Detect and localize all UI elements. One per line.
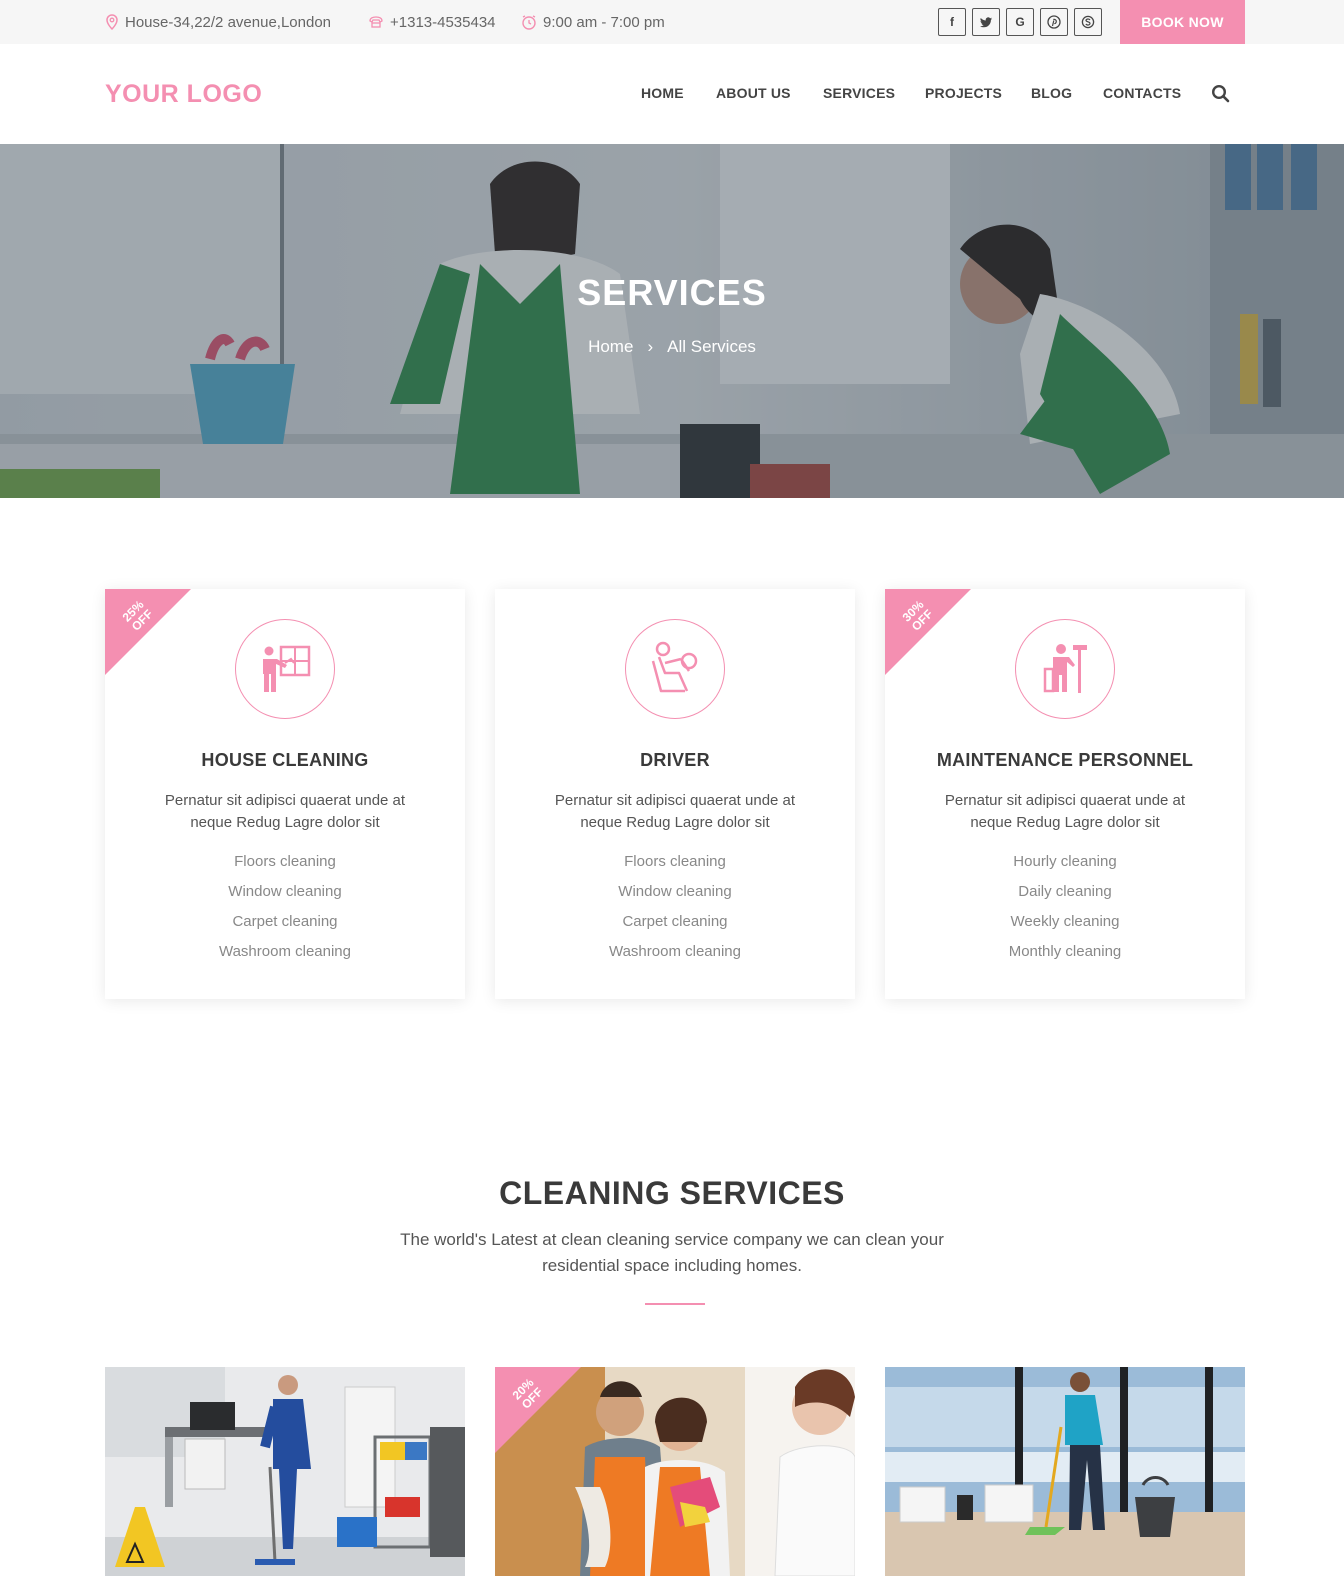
map-pin-icon [106, 14, 118, 30]
service-title: DRIVER [640, 750, 710, 770]
breadcrumb-home[interactable]: Home [588, 337, 633, 357]
service-list: Floors cleaning Window cleaning Carpet c… [105, 847, 465, 967]
service-list: Hourly cleaning Daily cleaning Weekly cl… [885, 847, 1245, 967]
service-description: Pernatur sit adipisci quaerat unde at ne… [554, 792, 796, 831]
service-card-maintenance-personnel[interactable]: 30% OFF MAINTENANCE PERSONNEL Pernatur s… [885, 589, 1245, 999]
list-item: Window cleaning [618, 883, 732, 900]
hours-text: 9:00 am - 7:00 pm [543, 13, 665, 31]
icon-circle [1015, 619, 1115, 719]
service-description: Pernatur sit adipisci quaerat unde at ne… [944, 792, 1186, 831]
nav-services[interactable]: SERVICES [823, 85, 895, 101]
maintenance-icon [1043, 644, 1087, 693]
service-photo-floor-mopping[interactable] [885, 1367, 1245, 1576]
icon-circle [625, 619, 725, 719]
nav-about-us[interactable]: ABOUT US [716, 85, 791, 101]
site-logo[interactable]: YOUR LOGO [105, 80, 262, 109]
clock-icon [522, 15, 536, 30]
hero-background-photo [0, 144, 1344, 498]
search-icon[interactable] [1211, 84, 1230, 103]
list-item: Carpet cleaning [622, 913, 728, 930]
nav-contacts[interactable]: CONTACTS [1103, 85, 1181, 101]
address-info: House-34,22/2 avenue,London [105, 0, 331, 44]
floor-mopping-photo [885, 1367, 1245, 1576]
service-description: Pernatur sit adipisci quaerat unde at ne… [164, 792, 406, 831]
list-item: Daily cleaning [1018, 883, 1112, 900]
list-item: Floors cleaning [234, 853, 336, 870]
chevron-right-icon: › [647, 337, 654, 356]
page-title: SERVICES [577, 272, 767, 313]
list-item: Window cleaning [228, 883, 342, 900]
service-photo-office-cleaning[interactable] [105, 1367, 465, 1576]
phone-text: +1313-4535434 [390, 13, 496, 31]
address-text: House-34,22/2 avenue,London [125, 13, 332, 31]
book-now-button[interactable]: BOOK NOW [1120, 0, 1245, 44]
phone-info: +1313-4535434 [368, 0, 496, 44]
list-item: Weekly cleaning [1010, 913, 1120, 930]
phone-icon [369, 16, 383, 28]
breadcrumb: Home › All Services [0, 337, 1344, 357]
hero-banner: SERVICES Home › All Services [0, 144, 1344, 498]
section-divider [645, 1303, 705, 1305]
list-item: Monthly cleaning [1008, 943, 1122, 960]
service-list: Floors cleaning Window cleaning Carpet c… [495, 847, 855, 967]
section-description: The world's Latest at clean cleaning ser… [400, 1230, 944, 1275]
list-item: Washroom cleaning [608, 943, 741, 960]
top-bar: House-34,22/2 avenue,London +1313-453543… [0, 0, 1344, 44]
service-title: MAINTENANCE PERSONNEL [936, 750, 1194, 770]
nav-home[interactable]: HOME [641, 85, 684, 101]
list-item: Carpet cleaning [232, 913, 338, 930]
office-cleaning-photo [105, 1367, 465, 1576]
list-item: Washroom cleaning [218, 943, 351, 960]
service-title: HOUSE CLEANING [201, 750, 369, 770]
hours-info: 9:00 am - 7:00 pm [521, 0, 665, 44]
nav-projects[interactable]: PROJECTS [925, 85, 1002, 101]
pinterest-icon[interactable] [1040, 8, 1068, 36]
service-photo-cleaning-team[interactable]: 20% OFF [495, 1367, 855, 1576]
facebook-icon[interactable]: f [938, 8, 966, 36]
list-item: Hourly cleaning [1013, 853, 1117, 870]
cleaning-team-photo [495, 1367, 855, 1576]
window-cleaner-icon [263, 645, 311, 692]
icon-circle [235, 619, 335, 719]
google-icon[interactable]: G [1006, 8, 1034, 36]
skype-icon[interactable] [1074, 8, 1102, 36]
breadcrumb-current: All Services [667, 337, 756, 356]
twitter-icon[interactable] [972, 8, 1000, 36]
service-card-driver[interactable]: DRIVER Pernatur sit adipisci quaerat und… [495, 589, 855, 999]
section-title: CLEANING SERVICES [499, 1175, 845, 1211]
driver-icon [651, 641, 698, 693]
nav-blog[interactable]: BLOG [1031, 85, 1072, 101]
list-item: Floors cleaning [624, 853, 726, 870]
service-card-house-cleaning[interactable]: 25% OFF HOUSE CLEANING Pernatur sit adip… [105, 589, 465, 999]
